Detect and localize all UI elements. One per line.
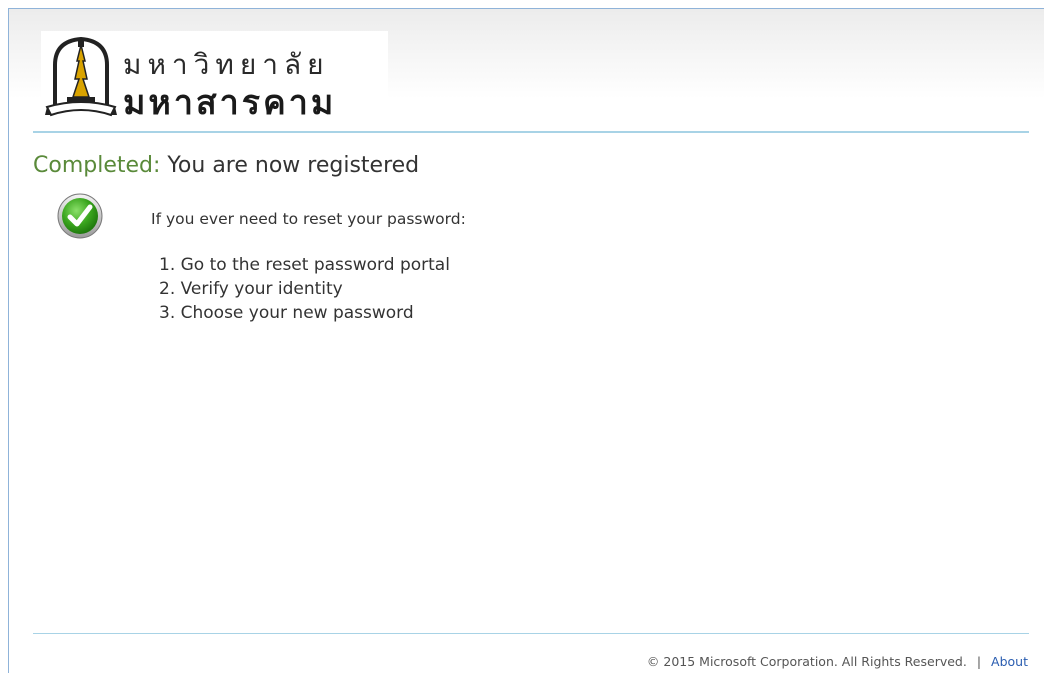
registered-message: You are now registered <box>167 153 420 178</box>
page-frame: มหาวิทยาลัย มหาสารคาม Completed: You are… <box>8 8 1044 673</box>
page-title: Completed: You are now registered <box>33 153 419 178</box>
reset-step: 1. Go to the reset password portal <box>159 255 450 275</box>
footer-divider <box>33 633 1029 634</box>
footer: © 2015 Microsoft Corporation. All Rights… <box>647 654 1028 669</box>
university-emblem-icon <box>45 36 117 117</box>
copyright-text: © 2015 Microsoft Corporation. All Rights… <box>646 654 967 669</box>
about-link[interactable]: About <box>991 654 1028 669</box>
checkmark-circle-icon <box>57 193 103 239</box>
footer-separator: | <box>976 654 982 669</box>
header: มหาวิทยาลัย มหาสารคาม <box>33 31 1029 133</box>
completed-label: Completed: <box>33 153 161 178</box>
reset-step: 2. Verify your identity <box>159 279 343 299</box>
reset-intro-text: If you ever need to reset your password: <box>151 210 466 228</box>
reset-step: 3. Choose your new password <box>159 303 414 323</box>
logo-text-city: มหาสารคาม <box>123 83 337 123</box>
university-logo: มหาวิทยาลัย มหาสารคาม <box>41 31 388 123</box>
reset-steps-list: 1. Go to the reset password portal 2. Ve… <box>159 253 450 325</box>
